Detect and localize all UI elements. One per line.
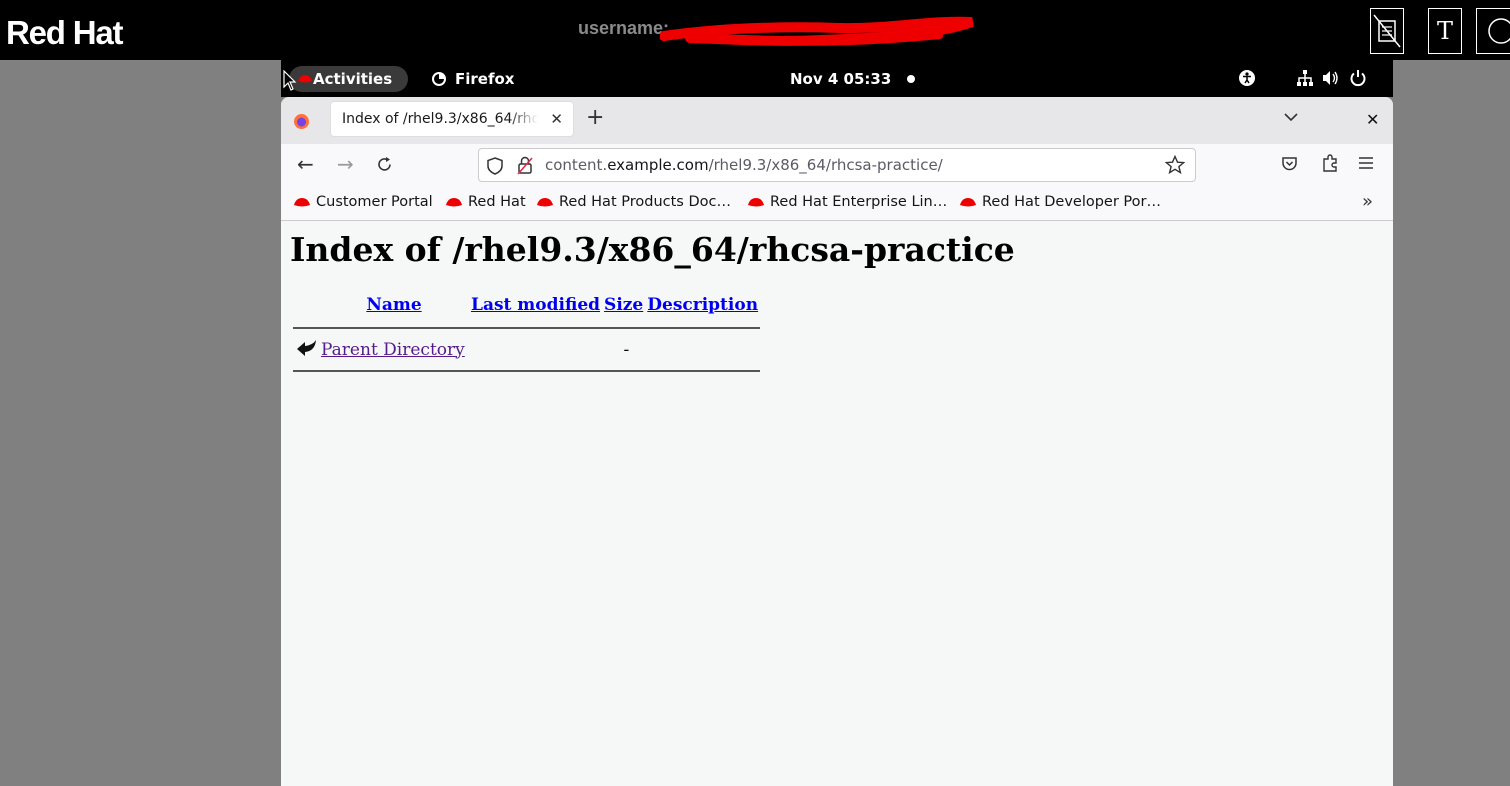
firefox-view-icon[interactable] [293, 113, 310, 130]
table-header-row: Name Last modified Size Description [293, 289, 760, 321]
page-content: Index of /rhel9.3/x86_64/rhcsa-practice … [281, 221, 1393, 387]
gnome-top-bar: Activities Firefox Nov 4 05:33 [281, 60, 1393, 97]
redhat-hat-icon [537, 197, 553, 206]
firefox-app-label: Firefox [455, 70, 515, 88]
table-row: Parent Directory - [293, 335, 760, 364]
bookmark-label: Customer Portal [316, 194, 433, 210]
bookmark-red-hat[interactable]: Red Hat [445, 194, 526, 210]
bookmark-label: Red Hat Enterprise Lin… [770, 194, 948, 210]
bookmark-products-doc[interactable]: Red Hat Products Doc… [536, 194, 731, 210]
volume-icon[interactable] [1321, 69, 1339, 87]
reload-icon[interactable] [376, 156, 393, 173]
extensions-icon[interactable] [1321, 153, 1339, 173]
redhat-hat-icon [298, 75, 312, 83]
url-text[interactable]: content.example.com/rhel9.3/x86_64/rhcsa… [545, 156, 943, 174]
sort-by-description-link[interactable]: Description [647, 295, 758, 315]
description-cell [645, 335, 760, 364]
icon-column-header [293, 289, 319, 321]
redhat-logo: Red Hat [6, 14, 123, 51]
redhat-hat-icon [748, 197, 764, 206]
url-path: /rhel9.3/x86_64/rhcsa-practice/ [708, 156, 943, 174]
tracking-shield-icon[interactable] [487, 157, 503, 175]
divider [293, 370, 761, 372]
sort-by-last-modified-link[interactable]: Last modified [471, 295, 600, 315]
bookmark-enterprise-linux[interactable]: Red Hat Enterprise Lin… [747, 194, 947, 210]
bookmarks-toolbar: Customer Portal Red Hat Red Hat Products… [281, 186, 1393, 221]
separator-row [293, 364, 761, 378]
hamburger-menu-icon[interactable] [1358, 156, 1374, 170]
bookmarks-overflow-icon[interactable]: » [1362, 191, 1373, 212]
firefox-app-icon [432, 72, 446, 86]
shape-tool-button[interactable] [1476, 8, 1510, 54]
redaction-scribble [660, 16, 974, 46]
parent-directory-link[interactable]: Parent Directory [321, 340, 465, 360]
forward-button[interactable]: → [337, 153, 354, 175]
activities-button[interactable]: Activities [289, 66, 409, 92]
new-tab-button[interactable]: + [586, 107, 604, 129]
text-tool-button[interactable]: T [1428, 8, 1462, 54]
circle-icon [1488, 18, 1510, 44]
firefox-app-menu[interactable]: Firefox [431, 70, 514, 88]
nav-bar: ← → content.example.com/rhel9.3/x86_64/r… [281, 144, 1393, 186]
insecure-lock-icon[interactable] [517, 156, 533, 175]
notes-disabled-button[interactable] [1370, 8, 1404, 54]
back-arrow-icon [297, 340, 316, 356]
network-icon[interactable] [1296, 69, 1314, 87]
bookmark-developer-portal[interactable]: Red Hat Developer Por… [959, 194, 1161, 210]
exam-banner: Red Hat username: T [0, 0, 1510, 60]
redhat-hat-icon [960, 197, 976, 206]
accessibility-icon[interactable] [1238, 69, 1256, 87]
tab-close-icon[interactable]: ✕ [550, 110, 563, 128]
bookmark-label: Red Hat Developer Por… [982, 194, 1161, 210]
url-bar[interactable]: content.example.com/rhel9.3/x86_64/rhcsa… [478, 148, 1196, 182]
sort-by-name-link[interactable]: Name [366, 295, 421, 315]
bookmark-label: Red Hat [468, 194, 526, 210]
url-host: example.com [607, 156, 709, 174]
redhat-hat-icon [446, 197, 462, 206]
size-cell: - [623, 339, 630, 360]
bookmark-star-icon[interactable] [1165, 155, 1185, 175]
redhat-hat-icon [294, 197, 310, 206]
power-icon[interactable] [1349, 69, 1367, 87]
firefox-window: Index of /rhel9.3/x86_64/rhcsa-practice/… [281, 97, 1393, 786]
mouse-cursor-icon [283, 70, 297, 91]
bookmark-label: Red Hat Products Doc… [559, 194, 731, 210]
sort-by-size-link[interactable]: Size [604, 295, 643, 315]
notification-dot [907, 75, 915, 83]
last-modified-cell [469, 335, 602, 364]
page-heading: Index of /rhel9.3/x86_64/rhcsa-practice [290, 230, 1015, 269]
window-close-icon[interactable]: ✕ [1366, 110, 1379, 129]
separator-row [293, 321, 761, 335]
directory-listing: Name Last modified Size Description Pare… [293, 289, 761, 378]
no-notes-icon [1373, 14, 1401, 48]
bookmark-customer-portal[interactable]: Customer Portal [293, 194, 433, 210]
tab-bar: Index of /rhel9.3/x86_64/rhcsa-practice/… [281, 97, 1393, 144]
tab-active[interactable]: Index of /rhel9.3/x86_64/rhcsa-practice/… [330, 101, 574, 137]
tab-title: Index of /rhel9.3/x86_64/rhcsa-practice/ [342, 111, 538, 127]
back-button[interactable]: ← [297, 153, 314, 175]
username-label: username: [578, 18, 670, 38]
activities-label: Activities [313, 70, 393, 88]
url-prefix: content. [545, 156, 608, 174]
tab-list-chevron-icon[interactable] [1283, 111, 1299, 123]
clock[interactable]: Nov 4 05:33 [790, 70, 891, 88]
pocket-icon[interactable] [1281, 155, 1298, 172]
divider [293, 327, 761, 329]
